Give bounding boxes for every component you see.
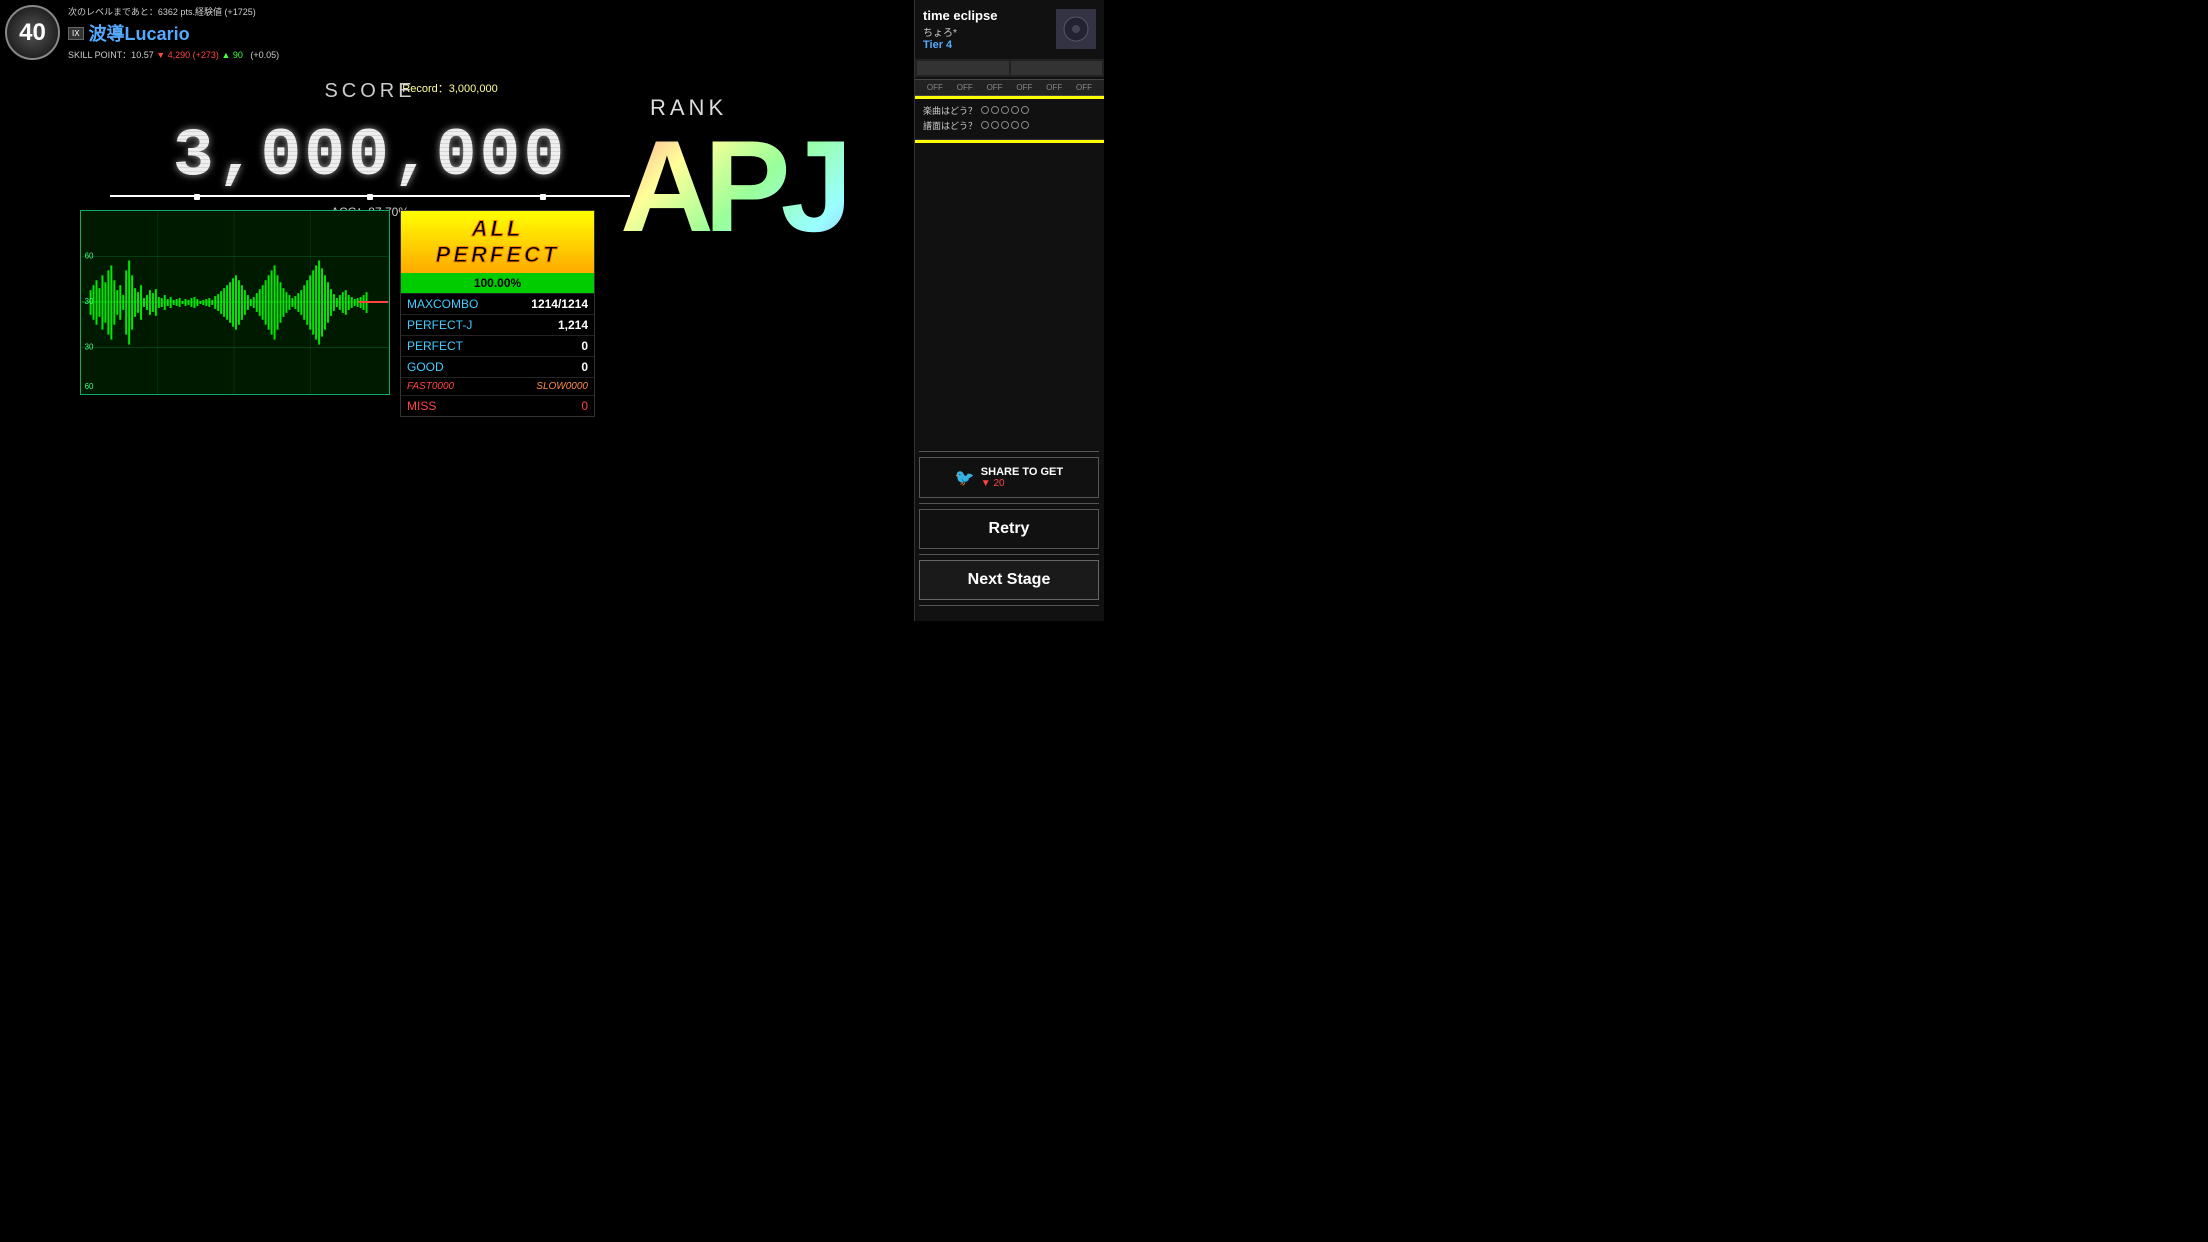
player-info: 40 次のレベルまであと：6362 pts.経験値 (+1725) IX 波導L… (5, 5, 279, 61)
level-progress: 次のレベルまであと：6362 pts.経験値 (+1725) (68, 5, 279, 18)
skill-change: (+0.05) (250, 50, 279, 60)
waveform-svg: 60 30 30 60 (81, 211, 389, 394)
share-sub-text: ▼ 20 (981, 478, 1005, 489)
good-label: GOOD (407, 360, 444, 374)
svg-text:30: 30 (85, 342, 94, 351)
music-rating-label: 楽曲はどう？ (923, 104, 977, 117)
perfectj-row: PERFECT-J 1,214 (401, 314, 594, 335)
right-panel: time eclipse ちょろ* Tier 4 OFF OFF OFF OFF… (914, 0, 1104, 621)
rating-section: 楽曲はどう？ 譜面はどう？ (915, 99, 1104, 140)
mode-bar-1 (917, 61, 1009, 75)
svg-text:60: 60 (85, 251, 94, 260)
stats-table: ALL PERFECT 100.00% MAXCOMBO 1214/1214 P… (400, 210, 595, 417)
perfect-label: PERFECT (407, 339, 463, 353)
perfect-value: 0 (581, 339, 588, 353)
share-text-block: SHARE TO GET ▼ 20 (981, 466, 1063, 489)
score-bar-dots (110, 194, 630, 200)
yellow-bar-2 (915, 140, 1104, 143)
chart-circle-4[interactable] (1011, 121, 1019, 129)
chart-circle-5[interactable] (1021, 121, 1029, 129)
skill-row: SKILL POINT：10.57 ▼ 4,290 (+273) ▲ 90 (+… (68, 48, 279, 61)
bar-dot (194, 194, 200, 200)
score-label: SCORE (80, 80, 660, 103)
sep-2 (919, 503, 1099, 504)
toggle-3: OFF (987, 83, 1003, 92)
miss-label: MISS (407, 399, 436, 413)
action-buttons: 🐦 SHARE TO GET ▼ 20 Retry Next Stage (914, 446, 1104, 611)
chart-rating-label: 譜面はどう？ (923, 119, 977, 132)
music-rating-circles (981, 106, 1029, 114)
sep-3 (919, 554, 1099, 555)
circle-3[interactable] (1001, 106, 1009, 114)
retry-button[interactable]: Retry (919, 509, 1099, 549)
circle-5[interactable] (1021, 106, 1029, 114)
perfectj-label: PERFECT-J (407, 318, 472, 332)
chart-circle-2[interactable] (991, 121, 999, 129)
progress-bar: 100.00% (401, 273, 594, 293)
sep-1 (919, 451, 1099, 452)
toggle-4: OFF (1016, 83, 1032, 92)
song-title: time eclipse (923, 8, 1048, 24)
share-button[interactable]: 🐦 SHARE TO GET ▼ 20 (919, 457, 1099, 498)
next-stage-button[interactable]: Next Stage (919, 560, 1099, 600)
toggle-2: OFF (957, 83, 973, 92)
svg-text:60: 60 (85, 382, 94, 391)
bar-dot (367, 194, 373, 200)
miss-row: MISS 0 (401, 395, 594, 416)
level-circle: 40 (5, 5, 60, 60)
maxcombo-label: MAXCOMBO (407, 297, 478, 311)
circle-2[interactable] (991, 106, 999, 114)
skill-label: SKILL POINT：10.57 (68, 50, 154, 60)
score-display: 3,000,000 (80, 118, 660, 195)
twitter-icon: 🐦 (955, 468, 975, 488)
player-name: 波導Lucario (89, 20, 190, 46)
circle-1[interactable] (981, 106, 989, 114)
music-rating-row: 楽曲はどう？ (923, 104, 1096, 117)
chart-rating-circles (981, 121, 1029, 129)
maxcombo-row: MAXCOMBO 1214/1214 (401, 293, 594, 314)
perfect-row: PERFECT 0 (401, 335, 594, 356)
slow-label: SLOW0000 (536, 381, 588, 392)
song-info: time eclipse ちょろ* Tier 4 (915, 0, 1104, 59)
rank-value: APJ (620, 113, 843, 259)
skill-down: ▼ 4,290 (+273) (156, 50, 219, 60)
good-value: 0 (581, 360, 588, 374)
song-artist: ちょろ* (923, 24, 1048, 39)
perfectj-value: 1,214 (558, 318, 588, 332)
player-name-row: IX 波導Lucario (68, 20, 279, 46)
good-row: GOOD 0 (401, 356, 594, 377)
svg-text:30: 30 (85, 297, 94, 306)
player-details: 次のレベルまであと：6362 pts.経験値 (+1725) IX 波導Luca… (68, 5, 279, 61)
chart-rating-row: 譜面はどう？ (923, 119, 1096, 132)
share-main-text: SHARE TO GET (981, 466, 1063, 478)
sep-4 (919, 605, 1099, 606)
score-area: SCORE 3,000,000 ACC：87.70% (80, 80, 660, 220)
song-tier: Tier 4 (923, 39, 1048, 51)
mode-bars (915, 59, 1104, 77)
toggle-row: OFF OFF OFF OFF OFF OFF (915, 79, 1104, 96)
toggle-5: OFF (1046, 83, 1062, 92)
circle-4[interactable] (1011, 106, 1019, 114)
waveform-area: 60 30 30 60 (80, 210, 390, 395)
song-thumbnail (1056, 9, 1096, 49)
score-bar-container (110, 195, 630, 200)
player-badge: IX (68, 27, 84, 40)
mode-bar-2 (1011, 61, 1103, 75)
toggle-6: OFF (1076, 83, 1092, 92)
maxcombo-value: 1214/1214 (531, 297, 588, 311)
level-number: 40 (19, 19, 46, 47)
chart-circle-3[interactable] (1001, 121, 1009, 129)
fast-slow-row: FAST0000 SLOW0000 (401, 377, 594, 395)
fast-label: FAST0000 (407, 381, 454, 392)
miss-value: 0 (581, 399, 588, 413)
all-perfect-banner: ALL PERFECT (401, 211, 594, 273)
toggle-1: OFF (927, 83, 943, 92)
bar-dot (540, 194, 546, 200)
chart-circle-1[interactable] (981, 121, 989, 129)
skill-up: ▲ 90 (221, 50, 242, 60)
